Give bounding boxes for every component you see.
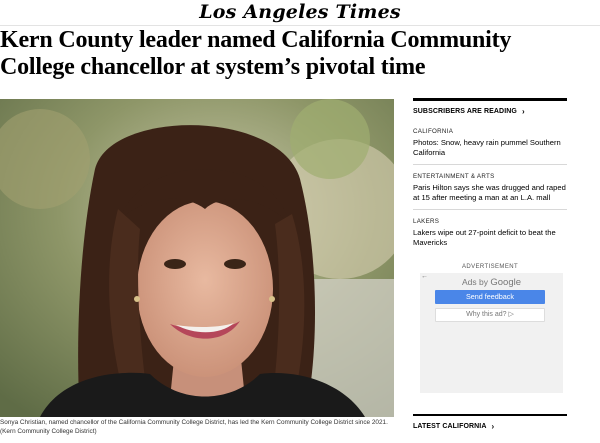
- latest-title: LATEST CALIFORNIA: [413, 423, 487, 430]
- story-kicker[interactable]: CALIFORNIA: [413, 128, 567, 135]
- story-title[interactable]: Paris Hilton says she was drugged and ra…: [413, 183, 567, 202]
- site-logo[interactable]: Los Angeles Times: [199, 1, 401, 23]
- latest-california-header[interactable]: LATEST CALIFORNIA ›: [413, 422, 567, 431]
- ads-by-text: Ads by: [461, 277, 488, 287]
- section-rule: [413, 414, 567, 416]
- send-feedback-button[interactable]: Send feedback: [435, 290, 545, 304]
- why-this-ad-button[interactable]: Why this ad? ▷: [435, 308, 545, 322]
- article-photo: [0, 99, 394, 417]
- sidebar-story[interactable]: ENTERTAINMENT & ARTS Paris Hilton says s…: [413, 165, 567, 211]
- sidebar-story[interactable]: LAKERS Lakers wipe out 27-point deficit …: [413, 210, 567, 254]
- chevron-right-icon: ›: [521, 107, 525, 116]
- sidebar-story[interactable]: CALIFORNIA Photos: Snow, heavy rain pumm…: [413, 120, 567, 166]
- story-kicker[interactable]: ENTERTAINMENT & ARTS: [413, 173, 567, 180]
- why-this-ad-label: Why this ad?: [466, 311, 507, 318]
- story-kicker[interactable]: LAKERS: [413, 218, 567, 225]
- google-text: Google: [490, 277, 521, 288]
- chevron-right-icon: ›: [491, 422, 495, 431]
- ads-by-google: Ads by Google: [420, 277, 563, 288]
- section-title: SUBSCRIBERS ARE READING: [413, 108, 517, 115]
- latest-california-section: LATEST CALIFORNIA ›: [413, 414, 567, 431]
- photo-caption: Sonya Christian, named chancellor of the…: [0, 419, 388, 435]
- subscribers-reading-header[interactable]: SUBSCRIBERS ARE READING ›: [413, 107, 567, 116]
- article-headline: Kern County leader named California Comm…: [0, 27, 512, 80]
- story-title[interactable]: Lakers wipe out 27-point deficit to beat…: [413, 228, 567, 247]
- info-triangle-icon: ▷: [508, 311, 514, 318]
- masthead: Los Angeles Times: [0, 0, 600, 26]
- portrait-image: [0, 99, 394, 417]
- ad-feedback-box: ← Ads by Google Send feedback Why this a…: [420, 273, 563, 393]
- advertisement-label: ADVERTISEMENT: [461, 264, 519, 270]
- sidebar: SUBSCRIBERS ARE READING › CALIFORNIA Pho…: [413, 98, 567, 255]
- story-title[interactable]: Photos: Snow, heavy rain pummel Southern…: [413, 138, 567, 157]
- section-rule: [413, 98, 567, 101]
